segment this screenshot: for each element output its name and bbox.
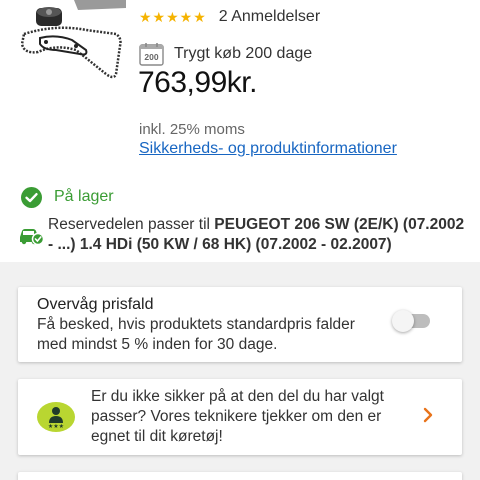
product-summary: ★★★★★ 2 Anmeldelser 200 Trygt køb 200 da… xyxy=(0,0,480,262)
car-check-icon xyxy=(20,229,44,246)
product-image[interactable] xyxy=(16,0,128,94)
safety-info-link[interactable]: Sikkerheds- og produktinformationer xyxy=(139,140,397,158)
stock-label: På lager xyxy=(54,188,114,205)
price-alert-title: Overvåg prisfald xyxy=(37,296,154,313)
return-policy: 200 Trygt køb 200 dage xyxy=(139,41,312,67)
calendar-icon-label: 200 xyxy=(144,52,158,62)
technician-help-text: Er du ikke sikker på at den del du har v… xyxy=(91,388,384,445)
price-alert-card: Overvåg prisfald Få besked, hvis produkt… xyxy=(18,287,462,362)
rating-row[interactable]: ★★★★★ 2 Anmeldelser xyxy=(139,6,320,28)
star-rating: ★★★★★ xyxy=(139,8,207,25)
next-card xyxy=(18,472,462,480)
vat-note: inkl. 25% moms xyxy=(139,121,245,138)
stock-status: På lager xyxy=(21,186,114,208)
toggle-knob xyxy=(392,310,414,332)
reviews-link[interactable]: 2 Anmeldelser xyxy=(219,8,320,26)
calendar-icon: 200 xyxy=(139,43,164,66)
technician-help-card[interactable]: ★★★ Er du ikke sikker på at den del du h… xyxy=(18,379,462,455)
fitment-prefix: Reservedelen passer til xyxy=(48,216,215,233)
check-circle-icon xyxy=(21,186,42,208)
svg-text:★★★: ★★★ xyxy=(48,423,64,430)
mechanic-support-icon: ★★★ xyxy=(37,402,75,432)
price-alert-toggle[interactable] xyxy=(392,310,430,332)
price: 763,99kr. xyxy=(138,66,257,99)
chevron-right-icon[interactable] xyxy=(422,406,434,424)
price-alert-description: Få besked, hvis produktets standardpris … xyxy=(37,316,355,353)
return-policy-label: Trygt køb 200 dage xyxy=(174,45,313,62)
fitment-text: Reservedelen passer til PEUGEOT 206 SW (… xyxy=(48,215,468,255)
